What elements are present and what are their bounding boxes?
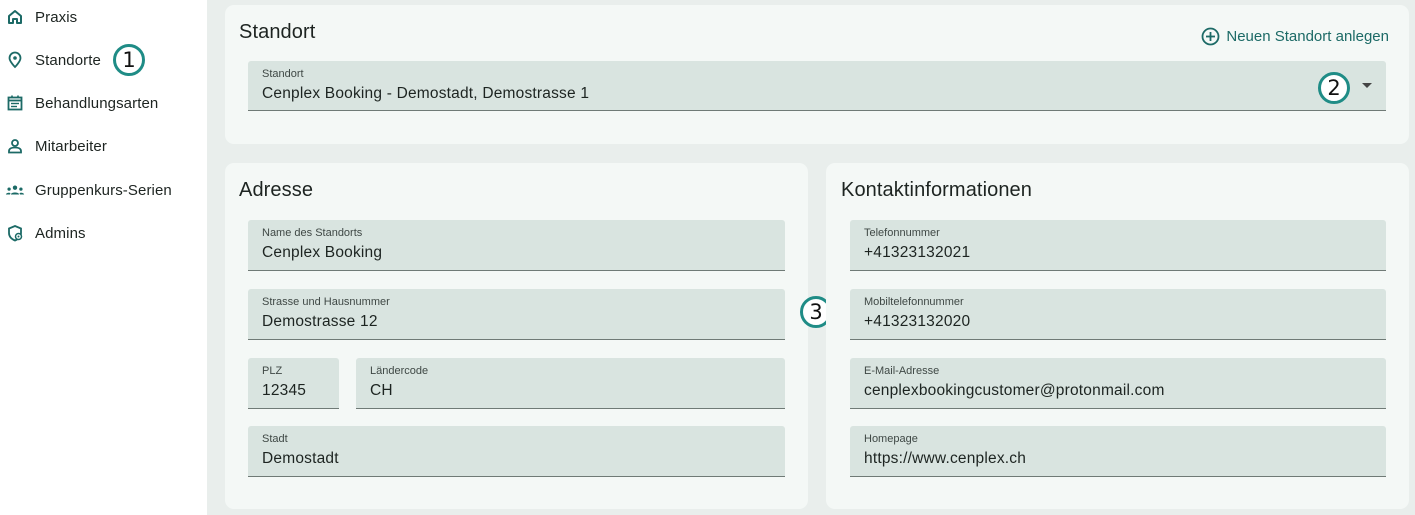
sidebar-item-admins[interactable]: Admins [0, 217, 207, 249]
sidebar-item-gruppenkurs-serien[interactable]: Gruppenkurs-Serien [0, 174, 207, 206]
city-field[interactable]: Stadt Demostadt [248, 426, 785, 477]
sidebar-item-praxis[interactable]: Praxis [0, 1, 207, 33]
field-label: Homepage [864, 433, 918, 445]
field-label: Ländercode [370, 365, 429, 377]
home-icon [5, 7, 25, 27]
location-select[interactable]: Standort Cenplex Booking - Demostadt, De… [248, 61, 1386, 111]
callout-1: 1 [113, 44, 145, 76]
phone-field[interactable]: Telefonnummer +41323132021 [850, 220, 1386, 271]
sidebar-item-label: Standorte [35, 51, 101, 69]
field-value: Demostadt [262, 450, 339, 467]
field-label: Mobiltelefonnummer [864, 296, 964, 308]
email-field[interactable]: E-Mail-Adresse cenplexbookingcustomer@pr… [850, 358, 1386, 409]
sidebar-item-behandlungsarten[interactable]: Behandlungsarten [0, 87, 207, 119]
sidebar-item-standorte[interactable]: Standorte [0, 44, 207, 76]
field-value: Cenplex Booking [262, 244, 383, 261]
field-label: Strasse und Hausnummer [262, 296, 390, 308]
add-circle-icon [1201, 27, 1220, 46]
field-value: Demostrasse 12 [262, 313, 378, 330]
address-card: Adresse Name des Standorts Cenplex Booki… [225, 163, 808, 509]
field-value: cenplexbookingcustomer@protonmail.com [864, 382, 1165, 399]
field-label: PLZ [262, 365, 283, 377]
chevron-down-icon[interactable] [1362, 83, 1372, 88]
location-select-value: Cenplex Booking - Demostadt, Demostrasse… [262, 85, 590, 102]
zip-field[interactable]: PLZ 12345 [248, 358, 339, 409]
sidebar-item-label: Praxis [35, 8, 78, 26]
admin-shield-icon [5, 223, 25, 243]
sidebar-item-label: Gruppenkurs-Serien [35, 181, 172, 199]
callout-2: 2 [1318, 72, 1350, 104]
sidebar-item-label: Admins [35, 224, 86, 242]
field-label: E-Mail-Adresse [864, 365, 940, 377]
field-label: Name des Standorts [262, 227, 363, 239]
sidebar-item-label: Mitarbeiter [35, 137, 107, 155]
sidebar-item-label: Behandlungsarten [35, 94, 159, 112]
country-code-field[interactable]: Ländercode CH [356, 358, 785, 409]
field-value: +41323132020 [864, 313, 971, 330]
location-card: Standort Neuen Standort anlegen Standort… [225, 5, 1409, 144]
group-icon [5, 180, 25, 200]
field-value: https://www.cenplex.ch [864, 450, 1027, 467]
field-value: CH [370, 382, 393, 399]
sidebar-item-mitarbeiter[interactable]: Mitarbeiter [0, 130, 207, 162]
location-select-label: Standort [262, 68, 304, 80]
add-location-button[interactable]: Neuen Standort anlegen [1201, 27, 1389, 46]
location-name-field[interactable]: Name des Standorts Cenplex Booking [248, 220, 785, 271]
field-value: 12345 [262, 382, 307, 399]
contact-card: Kontaktinformationen Telefonnummer +4132… [826, 163, 1409, 509]
address-card-title: Adresse [239, 179, 314, 201]
location-pin-icon [5, 50, 25, 70]
field-value: +41323132021 [864, 244, 971, 261]
calendar-list-icon [5, 93, 25, 113]
mobile-field[interactable]: Mobiltelefonnummer +41323132020 [850, 289, 1386, 340]
location-card-title: Standort [239, 21, 316, 43]
add-location-label: Neuen Standort anlegen [1226, 28, 1389, 45]
street-field[interactable]: Strasse und Hausnummer Demostrasse 12 [248, 289, 785, 340]
sidebar: Praxis Standorte Behandlungsarten Mitarb… [0, 0, 207, 515]
contact-card-title: Kontaktinformationen [841, 179, 1033, 201]
homepage-field[interactable]: Homepage https://www.cenplex.ch [850, 426, 1386, 477]
person-icon [5, 136, 25, 156]
field-label: Stadt [262, 433, 288, 445]
field-label: Telefonnummer [864, 227, 940, 239]
